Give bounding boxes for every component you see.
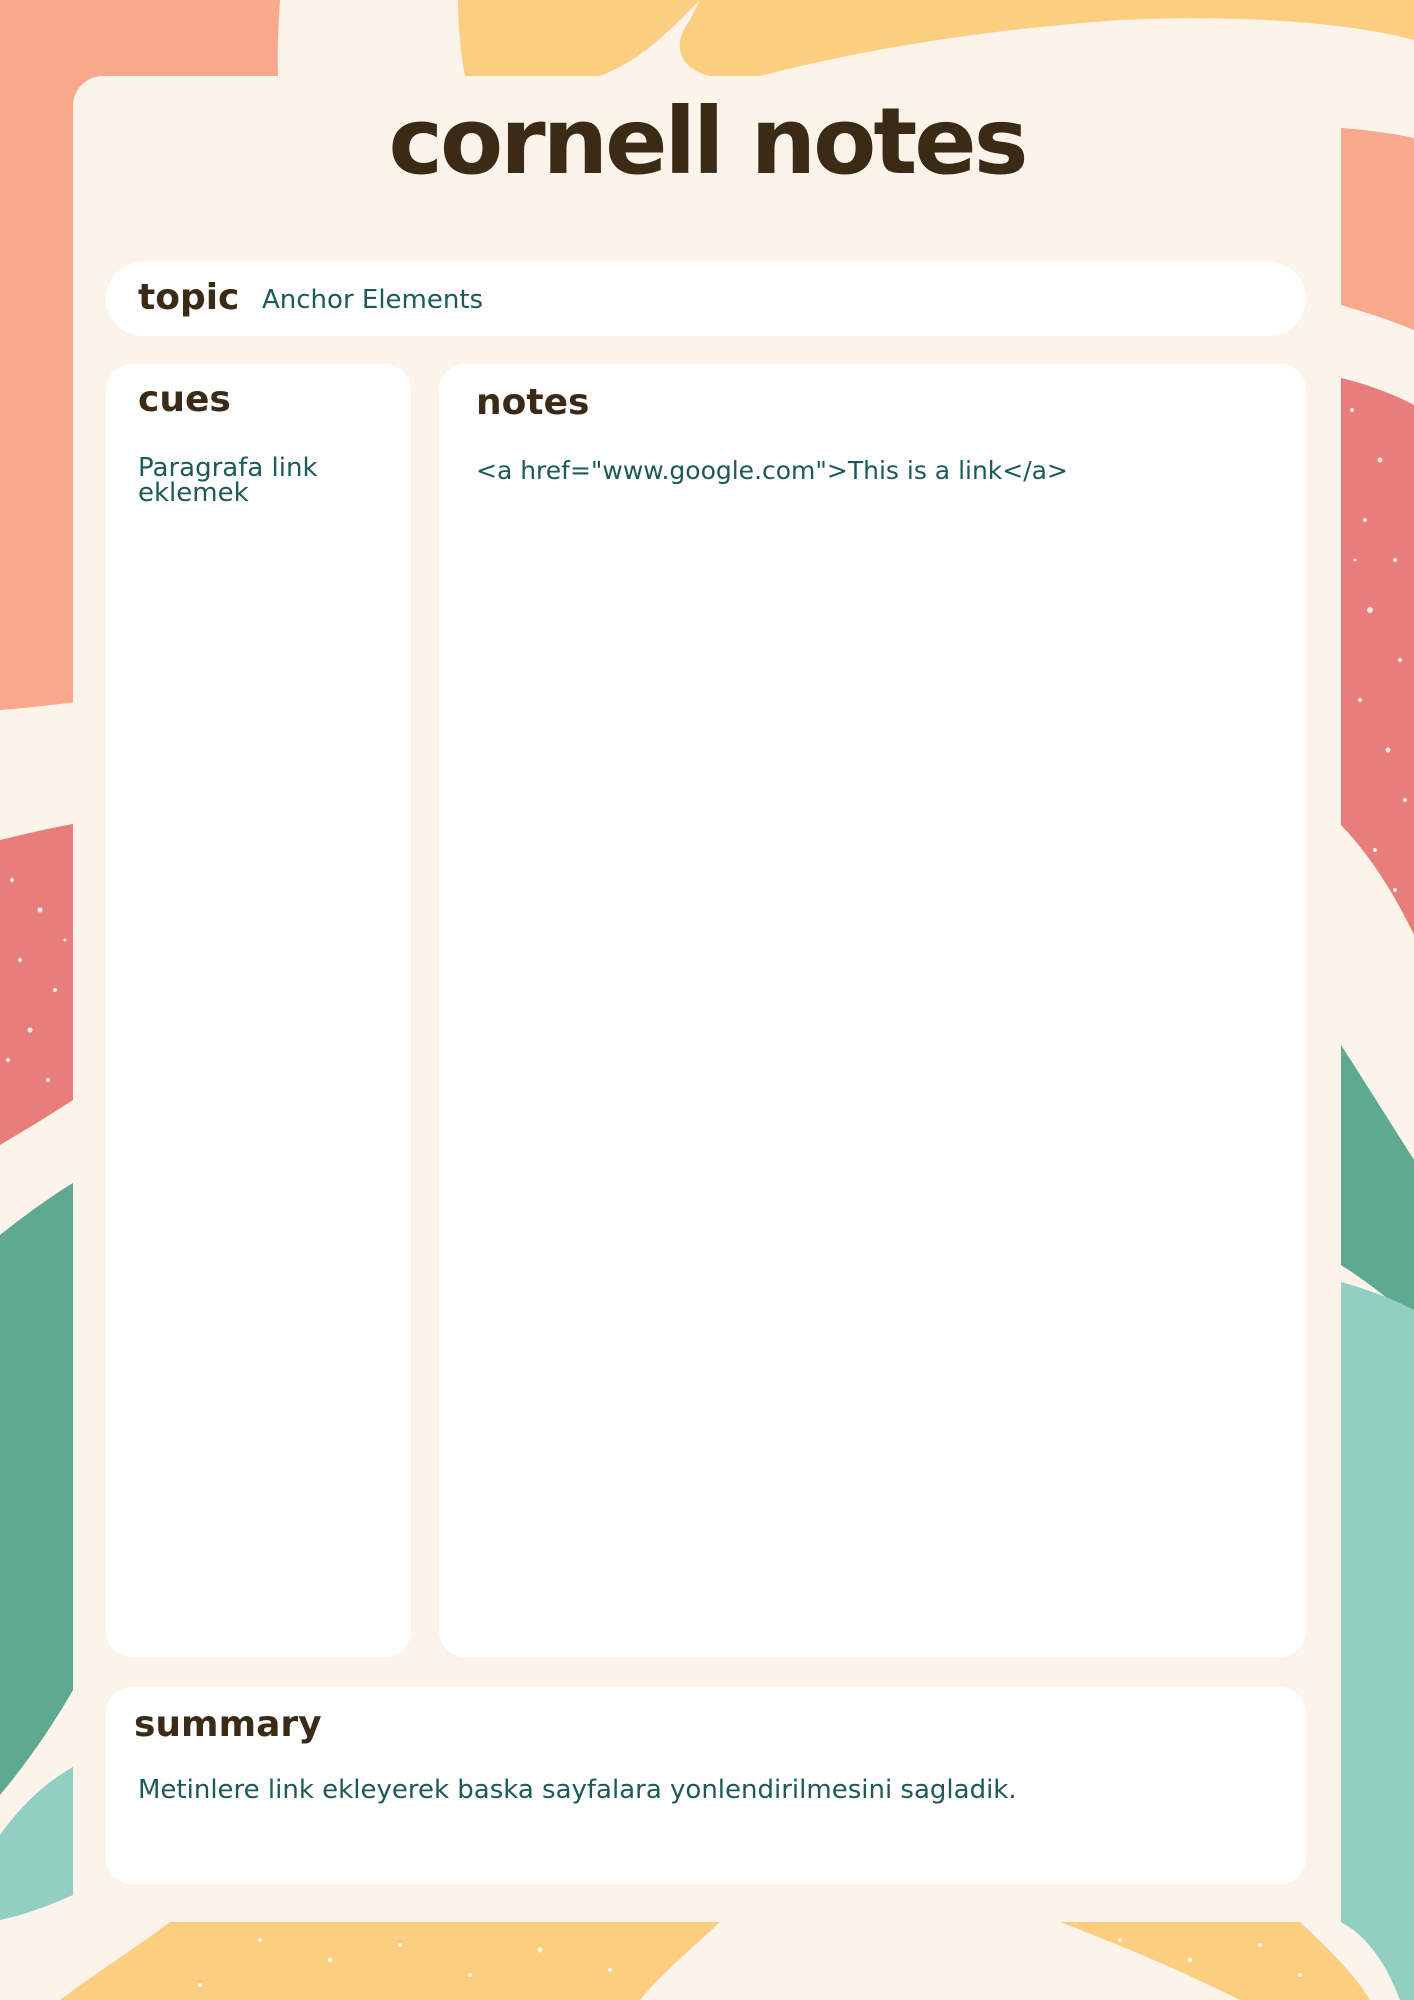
summary-text[interactable]: Metinlere link ekleyerek baska sayfalara…: [138, 1777, 1017, 1803]
cues-panel: cues Paragrafa link eklemek: [106, 364, 411, 1657]
yellow-blob-bottom-right: [1060, 1922, 1370, 2000]
coral-blob-right: [1341, 378, 1414, 935]
cues-text[interactable]: Paragrafa link eklemek: [138, 453, 318, 508]
topic-bar: topic Anchor Elements: [106, 262, 1306, 336]
topic-value[interactable]: Anchor Elements: [262, 287, 483, 313]
cues-line: eklemek: [138, 477, 249, 508]
mint-blob-right: [1341, 1282, 1414, 2000]
topic-label: topic: [138, 277, 240, 318]
cues-label: cues: [138, 379, 231, 420]
page-title: cornell notes: [388, 88, 1029, 195]
notes-label: notes: [476, 382, 590, 423]
summary-panel: summary Metinlere link ekleyerek baska s…: [106, 1687, 1306, 1884]
notes-text[interactable]: <a href="www.google.com">This is a link<…: [476, 458, 1068, 483]
green-blob-left: [0, 1183, 73, 1795]
yellow-blob-top-left-edge: [458, 0, 700, 76]
notes-panel: notes <a href="www.google.com">This is a…: [439, 364, 1306, 1657]
green-blob-right: [1341, 1045, 1414, 1320]
yellow-blob-bottom-left: [60, 1922, 720, 2000]
cues-line: Paragrafa link: [138, 453, 318, 483]
coral-blob-left: [0, 824, 73, 1145]
summary-label: summary: [134, 1704, 322, 1745]
mint-blob-left: [0, 1767, 73, 1920]
